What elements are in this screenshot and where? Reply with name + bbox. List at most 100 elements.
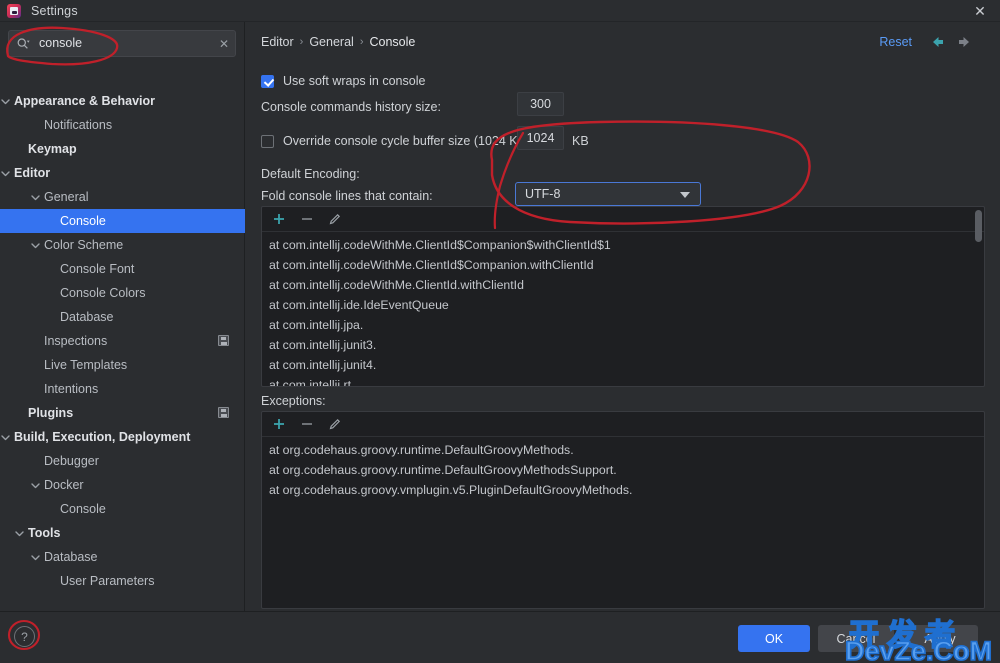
list-item[interactable]: at com.intellij.junit4.: [266, 355, 984, 375]
sidebar-item-color-scheme[interactable]: Color Scheme: [0, 233, 245, 257]
pencil-icon[interactable]: [328, 212, 342, 226]
settings-sidebar: ✕ Appearance & Behavior Notifications Keym…: [0, 22, 245, 611]
breadcrumb-separator: ›: [299, 36, 304, 48]
sidebar-item-label: General: [44, 190, 89, 204]
exceptions-list[interactable]: at org.codehaus.groovy.runtime.DefaultGr…: [262, 437, 984, 608]
sidebar-item-intentions[interactable]: Intentions: [0, 377, 245, 401]
sidebar-item-label: Docker: [44, 478, 84, 492]
sidebar-item-plugins[interactable]: Plugins: [0, 401, 245, 425]
encoding-label: Default Encoding:: [261, 167, 360, 181]
sidebar-item-label: Console Colors: [60, 286, 146, 300]
breadcrumb-separator: ›: [359, 36, 364, 48]
list-item[interactable]: at com.intellij.rt.: [266, 375, 984, 386]
sidebar-item-notifications[interactable]: Notifications: [0, 113, 245, 137]
fold-lines-scrollbar[interactable]: [975, 210, 982, 242]
sidebar-item-label: Appearance & Behavior: [14, 94, 156, 108]
sidebar-item-console[interactable]: Console: [0, 209, 245, 233]
list-item[interactable]: at com.intellij.ide.IdeEventQueue: [266, 295, 984, 315]
sidebar-item-label: Live Templates: [44, 358, 128, 372]
sidebar-item-editor[interactable]: Editor: [0, 161, 245, 185]
override-buffer-checkbox[interactable]: [261, 134, 274, 148]
list-item[interactable]: at com.intellij.jpa.: [266, 315, 984, 335]
sidebar-item-debugger[interactable]: Debugger: [0, 449, 245, 473]
sidebar-item-label: Tools: [28, 526, 61, 540]
sidebar-item-database[interactable]: Database: [0, 305, 245, 329]
sidebar-item-console-colors[interactable]: Console Colors: [0, 281, 245, 305]
buffer-unit-label: KB: [572, 134, 589, 148]
list-item[interactable]: at com.intellij.junit3.: [266, 335, 984, 355]
chevron-down-icon[interactable]: [14, 528, 25, 539]
title-bar: Settings ✕: [0, 0, 1000, 22]
list-item[interactable]: at com.intellij.codeWithMe.ClientId$Comp…: [266, 235, 984, 255]
soft-wraps-checkbox[interactable]: [261, 74, 274, 88]
sidebar-item-general[interactable]: General: [0, 185, 245, 209]
sidebar-item-live-templates[interactable]: Live Templates: [0, 353, 245, 377]
plus-icon[interactable]: [272, 417, 286, 431]
chevron-down-icon[interactable]: [30, 240, 41, 251]
plus-icon[interactable]: [272, 212, 286, 226]
apply-button[interactable]: Apply: [902, 625, 978, 652]
sidebar-item-tools[interactable]: Tools: [0, 521, 245, 545]
list-item[interactable]: at org.codehaus.groovy.vmplugin.v5.Plugi…: [266, 480, 984, 500]
pencil-icon[interactable]: [328, 417, 342, 431]
search-field[interactable]: ✕: [8, 30, 236, 57]
sidebar-item-console[interactable]: Console: [0, 497, 245, 521]
override-buffer-row[interactable]: Override console cycle buffer size (1024…: [261, 134, 530, 148]
sidebar-item-label: Intentions: [44, 382, 99, 396]
sidebar-item-appearance-behavior[interactable]: Appearance & Behavior: [0, 89, 245, 113]
breadcrumb-item-0[interactable]: Editor: [261, 35, 294, 49]
history-size-input[interactable]: 300: [517, 92, 564, 116]
arrow-left-icon[interactable]: [928, 33, 946, 51]
exceptions-toolbar: [262, 412, 984, 437]
reset-link[interactable]: Reset: [879, 35, 912, 49]
clear-search-icon[interactable]: ✕: [213, 31, 235, 56]
sidebar-item-label: Notifications: [44, 118, 113, 132]
list-item[interactable]: at com.intellij.codeWithMe.ClientId$Comp…: [266, 255, 984, 275]
soft-wraps-row[interactable]: Use soft wraps in console: [261, 74, 425, 88]
sidebar-item-label: Build, Execution, Deployment: [14, 430, 191, 444]
help-icon[interactable]: ?: [14, 626, 35, 647]
arrow-right-icon[interactable]: [956, 33, 974, 51]
sidebar-item-label: Editor: [14, 166, 51, 180]
sidebar-item-docker[interactable]: Docker: [0, 473, 245, 497]
breadcrumb-item-2: Console: [369, 35, 416, 49]
sidebar-item-keymap[interactable]: Keymap: [0, 137, 245, 161]
chevron-down-icon[interactable]: [0, 168, 11, 179]
sidebar-item-console-font[interactable]: Console Font: [0, 257, 245, 281]
fold-lines-list[interactable]: at com.intellij.codeWithMe.ClientId$Comp…: [262, 232, 984, 386]
sidebar-item-label: Debugger: [44, 454, 99, 468]
minus-icon[interactable]: [300, 212, 314, 226]
settings-content: Editor › General › Console Reset Use sof…: [245, 22, 1000, 611]
chevron-down-icon[interactable]: [0, 432, 11, 443]
settings-tree: Appearance & Behavior Notifications Keymap…: [0, 66, 245, 611]
sidebar-item-label: Color Scheme: [44, 238, 124, 252]
cancel-button[interactable]: Cancel: [818, 625, 894, 652]
chevron-down-icon[interactable]: [30, 480, 41, 491]
list-item[interactable]: at com.intellij.codeWithMe.ClientId.with…: [266, 275, 984, 295]
override-buffer-label: Override console cycle buffer size (1024…: [283, 134, 531, 148]
sidebar-item-inspections[interactable]: Inspections: [0, 329, 245, 353]
list-item[interactable]: at org.codehaus.groovy.runtime.DefaultGr…: [266, 440, 984, 460]
sidebar-item-user-parameters[interactable]: User Parameters: [0, 569, 245, 593]
sidebar-item-database[interactable]: Database: [0, 545, 245, 569]
intellij-idea-icon: [7, 3, 21, 18]
ok-button[interactable]: OK: [738, 625, 810, 652]
chevron-down-icon[interactable]: [30, 192, 41, 203]
default-encoding-dropdown[interactable]: UTF-8: [515, 182, 701, 206]
fold-lines-panel: at com.intellij.codeWithMe.ClientId$Comp…: [261, 206, 985, 387]
fold-lines-toolbar: [262, 207, 984, 232]
default-encoding-value: UTF-8: [525, 187, 561, 201]
breadcrumb-item-1[interactable]: General: [309, 35, 353, 49]
sidebar-item-build-execution-deployment[interactable]: Build, Execution, Deployment: [0, 425, 245, 449]
close-icon[interactable]: ✕: [960, 0, 1000, 22]
list-item[interactable]: at org.codehaus.groovy.runtime.DefaultGr…: [266, 460, 984, 480]
chevron-down-icon[interactable]: [30, 552, 41, 563]
chevron-down-icon[interactable]: [0, 96, 11, 107]
search-input[interactable]: [30, 35, 213, 51]
sidebar-item-label: Keymap: [28, 142, 77, 156]
fold-lines-label: Fold console lines that contain:: [261, 189, 433, 203]
sidebar-item-label: User Parameters: [60, 574, 155, 588]
minus-icon[interactable]: [300, 417, 314, 431]
buffer-size-input[interactable]: 1024: [517, 126, 564, 150]
sidebar-item-label: Inspections: [44, 334, 108, 348]
